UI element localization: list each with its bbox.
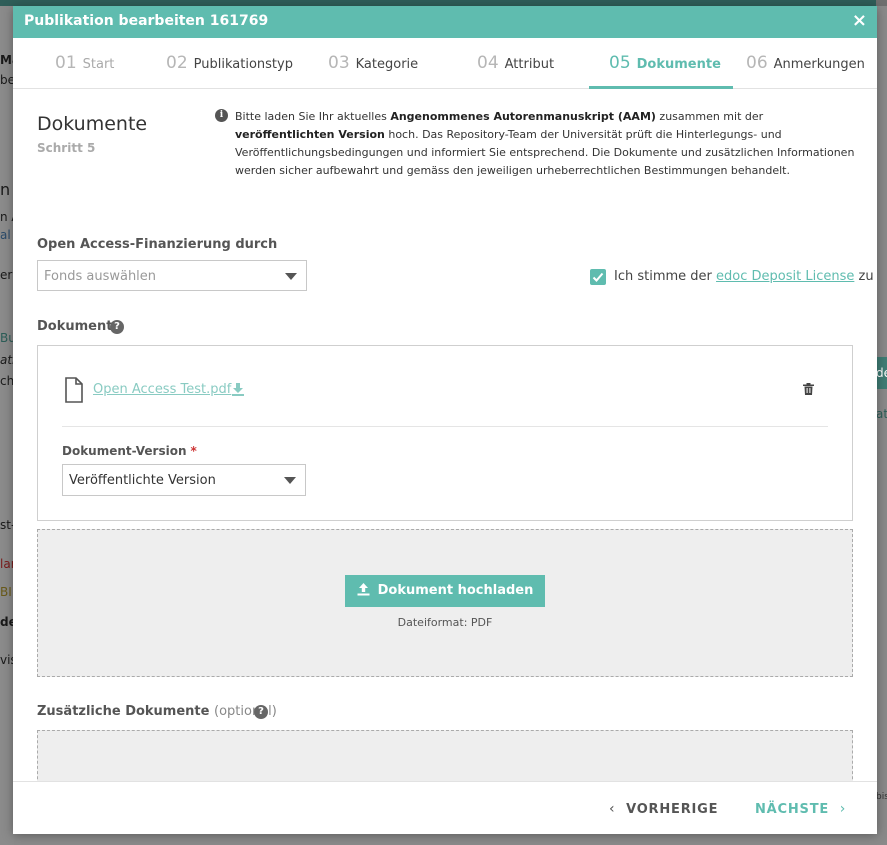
file-link[interactable]: Open Access Test.pdf — [93, 382, 231, 397]
additional-documents-label: Zusätzliche Dokumente (optional) — [37, 704, 277, 719]
upload-drop-zone[interactable]: Dokument hochladen Dateiformat: PDF — [37, 529, 853, 677]
close-icon[interactable]: × — [852, 11, 867, 31]
license-text: Ich stimme der edoc Deposit License zu — [614, 269, 874, 284]
tab-publikationstyp[interactable]: 02 Publikationstyp — [166, 38, 293, 88]
bg-text: al Å — [0, 228, 13, 242]
bg-text: vis — [0, 653, 13, 667]
bg-right-text: bis — [876, 792, 887, 802]
step-label: Kategorie — [355, 57, 419, 72]
document-label: Dokument — [37, 319, 113, 334]
info-text: Bitte laden Sie Ihr aktuelles Angenommen… — [235, 110, 855, 177]
help-icon[interactable]: ? — [254, 705, 268, 719]
bg-text: de — [0, 615, 13, 629]
upload-icon — [357, 583, 370, 596]
download-icon[interactable] — [231, 382, 245, 396]
tab-anmerkungen[interactable]: 06 Anmerkungen — [746, 38, 865, 88]
chevron-down-icon — [284, 477, 296, 484]
checkmark-icon — [592, 272, 604, 282]
file-icon — [65, 377, 83, 403]
chevron-down-icon — [285, 273, 297, 280]
license-link[interactable]: edoc Deposit License — [716, 269, 854, 284]
funding-select[interactable]: Fonds auswählen — [37, 260, 307, 291]
bg-text: Ma — [0, 53, 13, 67]
info-icon: i — [215, 109, 228, 122]
step-number: 04 — [477, 53, 499, 73]
funding-placeholder: Fonds auswählen — [44, 269, 157, 284]
step-number: 05 — [609, 53, 631, 73]
document-box: Open Access Test.pdf Dokument-Version * V… — [37, 345, 853, 521]
upload-document-button[interactable]: Dokument hochladen — [345, 575, 545, 607]
bg-text: st- — [0, 518, 13, 532]
edit-publication-modal: Publikation bearbeiten 161769 × 01 Start … — [13, 6, 877, 834]
step-label: Anmerkungen — [773, 57, 865, 72]
document-version-value: Veröffentlichte Version — [69, 473, 216, 488]
bg-text: lar — [0, 557, 13, 571]
bg-text: be — [0, 73, 13, 87]
step-label: Dokumente — [636, 57, 721, 72]
bg-text: atb — [0, 353, 13, 367]
tab-dokumente[interactable]: 05 Dokumente — [609, 38, 721, 88]
bg-text: ers — [0, 268, 13, 282]
modal-footer: ‹ VORHERIGE NÄCHSTE › — [13, 781, 877, 834]
chevron-right-icon: › — [839, 801, 847, 817]
previous-button[interactable]: ‹ VORHERIGE — [609, 801, 718, 817]
required-marker: * — [190, 444, 197, 458]
bg-text: che — [0, 374, 13, 388]
modal-header: Publikation bearbeiten 161769 × — [13, 6, 877, 38]
tab-attribut[interactable]: 04 Attribut — [477, 38, 554, 88]
step-number: 01 — [55, 53, 77, 73]
document-version-select[interactable]: Veröffentlichte Version — [62, 464, 306, 496]
bg-text: Bu — [0, 331, 13, 345]
chevron-left-icon: ‹ — [609, 801, 616, 817]
step-number: 06 — [746, 53, 768, 73]
bg-right-text: at — [876, 407, 887, 421]
next-button[interactable]: NÄCHSTE › — [755, 801, 846, 817]
bg-right-button: de — [876, 357, 887, 389]
additional-drop-zone[interactable] — [37, 730, 853, 781]
funding-label: Open Access-Finanzierung durch — [37, 237, 278, 252]
help-icon[interactable]: ? — [110, 320, 124, 334]
file-format-hint: Dateiformat: PDF — [397, 616, 493, 629]
background-left-strip — [0, 6, 14, 845]
step-label: Publikationstyp — [193, 57, 293, 72]
divider — [62, 426, 828, 427]
section-title: Dokumente — [37, 113, 148, 135]
bg-text: n A — [0, 210, 13, 224]
trash-icon[interactable] — [803, 383, 814, 395]
bg-text: BI — [0, 585, 12, 599]
tab-kategorie[interactable]: 03 Kategorie — [328, 38, 418, 88]
tab-start[interactable]: 01 Start — [55, 38, 114, 88]
license-checkbox[interactable] — [590, 269, 606, 285]
step-content: Dokumente Schritt 5 i Bitte laden Sie Ih… — [13, 89, 877, 781]
step-label: Start — [82, 57, 115, 72]
bg-right-top — [876, 0, 887, 6]
document-version-label: Dokument-Version * — [62, 444, 197, 458]
modal-title: Publikation bearbeiten 161769 — [24, 13, 269, 29]
step-label: Attribut — [504, 57, 555, 72]
step-number: 03 — [328, 53, 350, 73]
bg-text: n ( — [0, 180, 13, 199]
step-number: 02 — [166, 53, 188, 73]
wizard-steps: 01 Start 02 Publikationstyp 03 Kategorie 04… — [13, 38, 877, 89]
section-subtitle: Schritt 5 — [37, 141, 96, 155]
